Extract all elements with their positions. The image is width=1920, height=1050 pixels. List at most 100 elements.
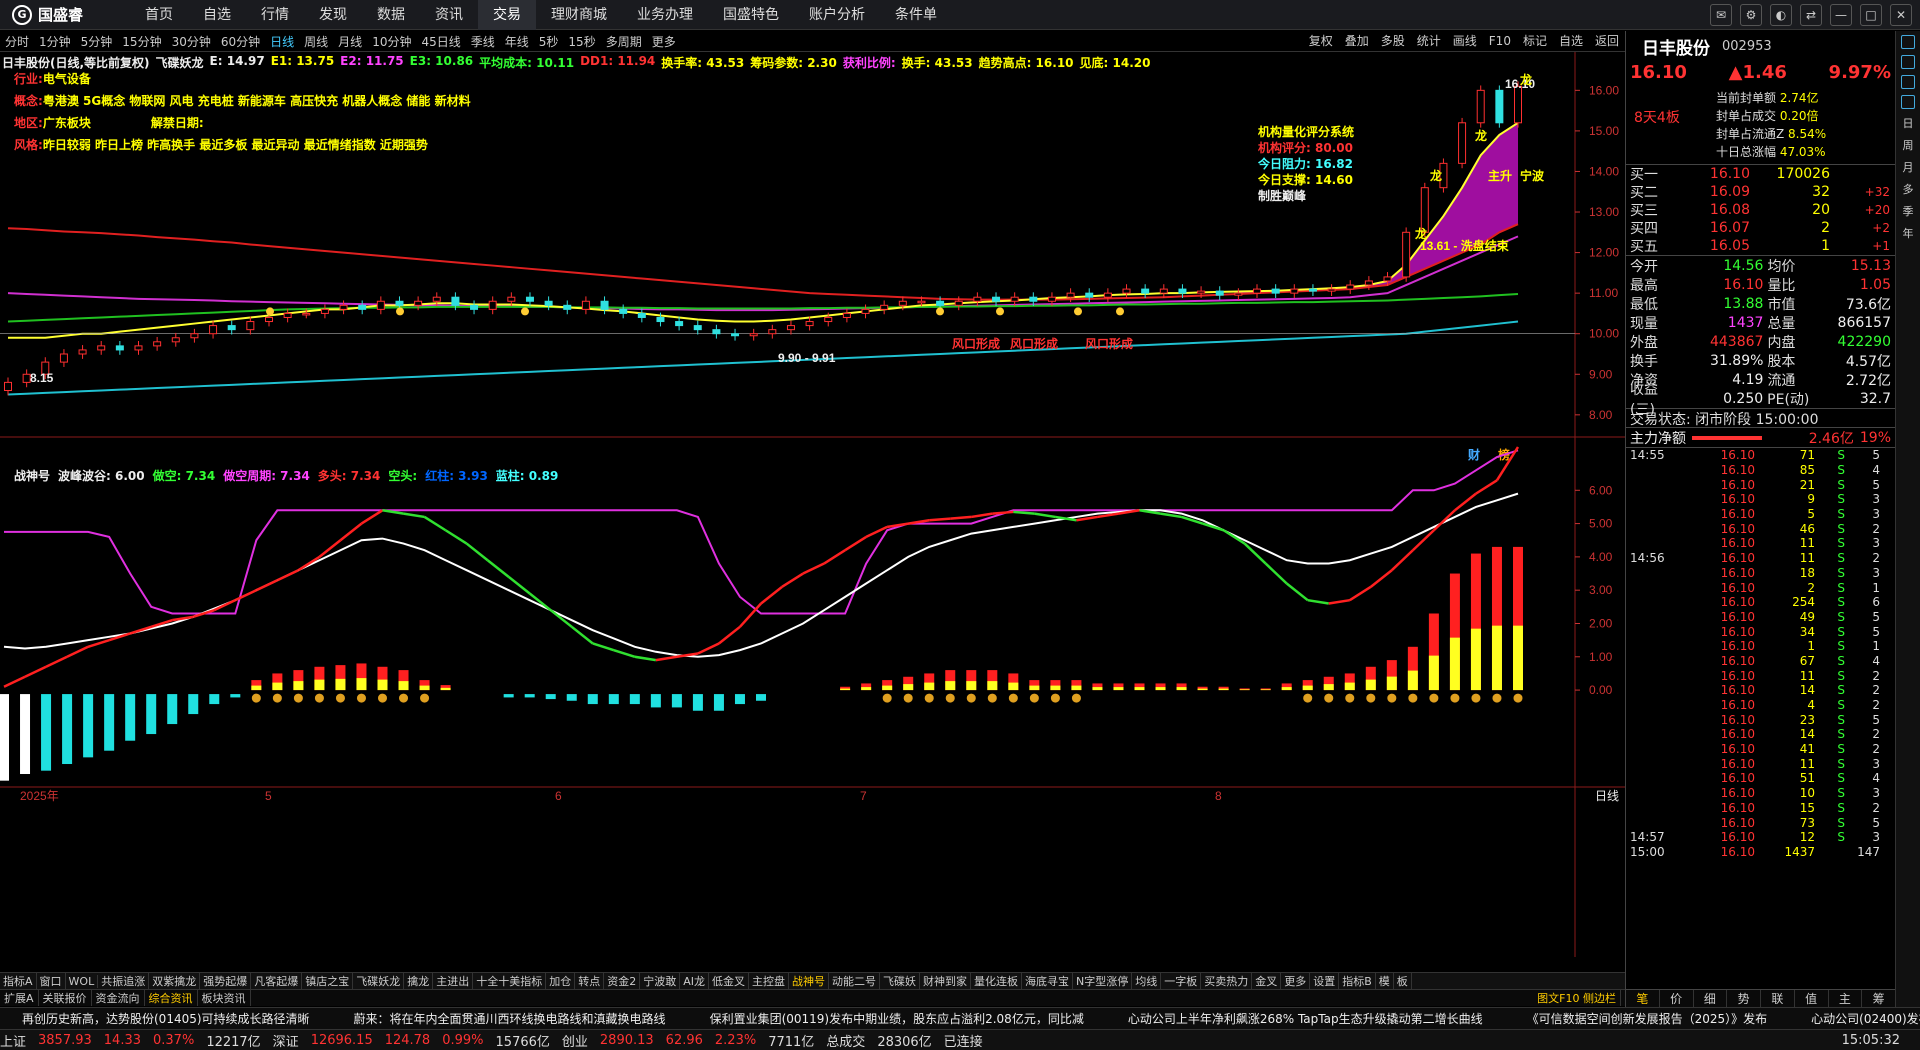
indicator-tab-28[interactable]: 买卖热力 bbox=[1201, 973, 1253, 989]
info-tab-0[interactable]: 扩展A bbox=[0, 990, 39, 1006]
nav-item-3[interactable]: 发现 bbox=[304, 0, 362, 30]
candle-body[interactable] bbox=[59, 353, 68, 363]
candle-body[interactable] bbox=[619, 308, 628, 314]
candle-body[interactable] bbox=[134, 345, 143, 351]
quote-tab-3[interactable]: 势 bbox=[1727, 990, 1761, 1007]
grid-icon[interactable] bbox=[1901, 75, 1915, 89]
candle-body[interactable] bbox=[507, 296, 516, 302]
indicator-tab-0[interactable]: 指标A bbox=[0, 973, 37, 989]
candle-body[interactable] bbox=[395, 300, 404, 306]
candle-body[interactable] bbox=[842, 312, 851, 318]
candle-body[interactable] bbox=[581, 300, 590, 310]
nav-item-2[interactable]: 行情 bbox=[246, 0, 304, 30]
candle-body[interactable] bbox=[954, 300, 963, 306]
info-tab-3[interactable]: 综合资讯 bbox=[145, 990, 198, 1006]
candle-body[interactable] bbox=[1290, 288, 1299, 294]
link-icon[interactable]: ⇄ bbox=[1800, 4, 1822, 26]
candle-body[interactable] bbox=[153, 341, 162, 347]
quote-tab-7[interactable]: 筹 bbox=[1862, 990, 1896, 1007]
nav-item-4[interactable]: 数据 bbox=[362, 0, 420, 30]
candle-body[interactable] bbox=[1271, 288, 1280, 294]
period-2[interactable]: 5分钟 bbox=[76, 33, 118, 50]
gear-icon[interactable]: ⚙ bbox=[1740, 4, 1762, 26]
news-item-5[interactable]: 心动公司(02400)发布中期 bbox=[1789, 1010, 1920, 1027]
candle-body[interactable] bbox=[805, 321, 814, 327]
period-16[interactable]: 更多 bbox=[647, 33, 681, 50]
close-icon[interactable]: ✕ bbox=[1890, 4, 1912, 26]
tool-3[interactable]: 统计 bbox=[1411, 31, 1447, 52]
candle-body[interactable] bbox=[1234, 292, 1243, 296]
maximize-icon[interactable]: □ bbox=[1860, 4, 1882, 26]
candle-body[interactable] bbox=[786, 325, 795, 331]
nav-item-7[interactable]: 理财商城 bbox=[536, 0, 622, 30]
indicator-tab-24[interactable]: 海底寻宝 bbox=[1022, 973, 1073, 989]
candle-body[interactable] bbox=[1085, 292, 1094, 298]
candle-body[interactable] bbox=[824, 316, 833, 323]
candle-body[interactable] bbox=[171, 337, 180, 343]
candle-body[interactable] bbox=[97, 345, 106, 351]
indicator-tab-21[interactable]: 飞碟妖 bbox=[880, 973, 920, 989]
candle-body[interactable] bbox=[4, 381, 12, 391]
indicator-tab-25[interactable]: N字型涨停 bbox=[1073, 973, 1133, 989]
candle-body[interactable] bbox=[880, 304, 889, 310]
indicator-tab-18[interactable]: 主控盘 bbox=[749, 973, 789, 989]
candle-body[interactable] bbox=[861, 308, 870, 314]
candle-body[interactable] bbox=[563, 304, 572, 310]
candle-body[interactable] bbox=[1066, 292, 1075, 298]
candle-body[interactable] bbox=[1215, 290, 1224, 296]
indicator-tab-29[interactable]: 金叉 bbox=[1252, 973, 1282, 989]
news-item-0[interactable]: 再创历史新高，达势股份(01405)可持续成长路径清晰 bbox=[0, 1010, 332, 1027]
nav-item-10[interactable]: 账户分析 bbox=[794, 0, 880, 30]
candle-body[interactable] bbox=[693, 325, 702, 331]
indicator-tab-30[interactable]: 更多 bbox=[1281, 973, 1311, 989]
orderbook-row[interactable]: 买二 16.09 32 +32 bbox=[1626, 183, 1895, 201]
period-3[interactable]: 15分钟 bbox=[117, 33, 166, 50]
quote-tab-1[interactable]: 价 bbox=[1660, 990, 1694, 1007]
period-0[interactable]: 分时 bbox=[0, 33, 34, 50]
candle-body[interactable] bbox=[637, 312, 646, 318]
quote-tab-4[interactable]: 联 bbox=[1761, 990, 1795, 1007]
indicator-tab-2[interactable]: WOL bbox=[66, 974, 99, 988]
news-item-3[interactable]: 心动公司上半年净利飙涨268% TapTap生态升级撬动第二增长曲线 bbox=[1106, 1010, 1505, 1027]
candle-body[interactable] bbox=[675, 321, 684, 327]
indicator-tab-6[interactable]: 凡客起爆 bbox=[251, 973, 303, 989]
indicator-tab-33[interactable]: 模 bbox=[1376, 973, 1394, 989]
candle-body[interactable] bbox=[1514, 85, 1522, 124]
period-5[interactable]: 60分钟 bbox=[216, 33, 265, 50]
period-14[interactable]: 15秒 bbox=[563, 33, 600, 50]
tool-8[interactable]: 返回 bbox=[1589, 31, 1625, 52]
orderbook-row[interactable]: 买一 16.10 170026 bbox=[1626, 165, 1895, 183]
candle-body[interactable] bbox=[190, 333, 199, 339]
info-tab-4[interactable]: 板块资讯 bbox=[198, 990, 251, 1006]
nav-item-5[interactable]: 资讯 bbox=[420, 0, 478, 30]
nav-item-8[interactable]: 业务办理 bbox=[622, 0, 708, 30]
indicator-tab-13[interactable]: 转点 bbox=[575, 973, 605, 989]
tool-2[interactable]: 多股 bbox=[1375, 31, 1411, 52]
indicator-tab-10[interactable]: 主进出 bbox=[433, 973, 474, 989]
period-8[interactable]: 月线 bbox=[333, 33, 367, 50]
sidebar-period-1[interactable]: 周 bbox=[1898, 137, 1918, 153]
candle-body[interactable] bbox=[917, 300, 926, 304]
tool-6[interactable]: 标记 bbox=[1517, 31, 1553, 52]
candle-body[interactable] bbox=[1327, 288, 1336, 292]
sidebar-period-2[interactable]: 月 bbox=[1898, 159, 1918, 175]
candle-body[interactable] bbox=[283, 312, 292, 318]
minimize-icon[interactable]: — bbox=[1830, 4, 1852, 26]
arrow-up-icon[interactable] bbox=[1901, 35, 1915, 49]
candle-body[interactable] bbox=[712, 329, 721, 335]
quote-tab-0[interactable]: 笔 bbox=[1626, 990, 1660, 1007]
indicator-tab-23[interactable]: 量化连板 bbox=[971, 973, 1022, 989]
candle-body[interactable] bbox=[1458, 122, 1467, 164]
candle-body[interactable] bbox=[544, 300, 553, 306]
news-item-1[interactable]: 蔚来：将在年内全面贯通川西环线换电路线和滇藏换电路线 bbox=[332, 1010, 688, 1027]
period-10[interactable]: 45日线 bbox=[416, 33, 465, 50]
candle-body[interactable] bbox=[1383, 276, 1392, 282]
period-4[interactable]: 30分钟 bbox=[167, 33, 216, 50]
indicator-tab-16[interactable]: AI龙 bbox=[680, 973, 709, 989]
news-item-4[interactable]: 《可信数据空间创新发展报告（2025）》发布 bbox=[1505, 1010, 1790, 1027]
candle-body[interactable] bbox=[600, 300, 609, 310]
period-9[interactable]: 10分钟 bbox=[367, 33, 416, 50]
candle-body[interactable] bbox=[1047, 296, 1056, 302]
candle-body[interactable] bbox=[432, 296, 441, 302]
quote-tab-2[interactable]: 细 bbox=[1694, 990, 1728, 1007]
